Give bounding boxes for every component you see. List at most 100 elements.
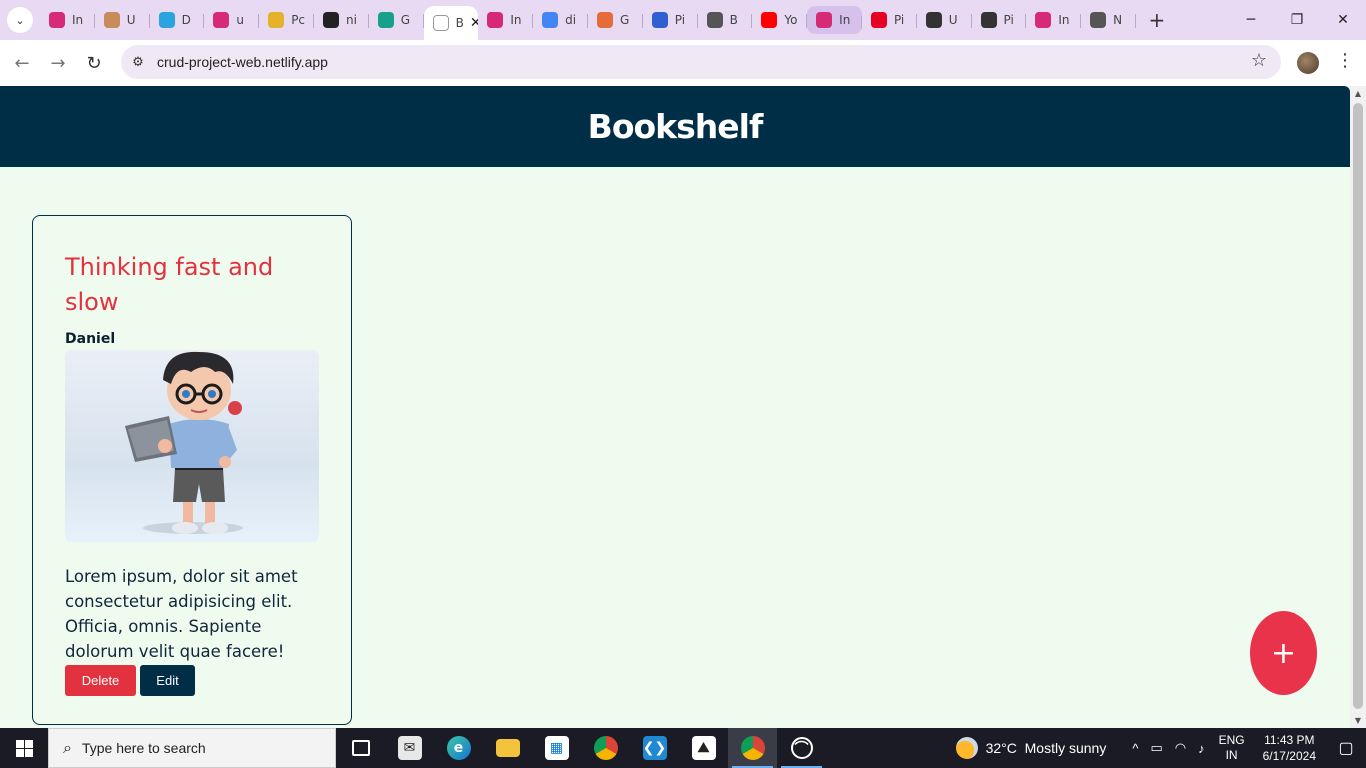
browser-tab[interactable]: In <box>40 4 95 36</box>
browser-tab[interactable]: G <box>588 4 643 36</box>
task-view-icon <box>351 740 370 756</box>
vscode-icon: ❮❯ <box>642 736 667 760</box>
browser-tab[interactable]: N <box>1081 4 1136 36</box>
battery-icon[interactable]: ▭ <box>1150 740 1162 756</box>
clock[interactable]: 11:43 PM 6/17/2024 <box>1263 732 1316 764</box>
arrow-left-icon: ← <box>14 52 30 74</box>
browser-tab[interactable]: Pi <box>643 4 698 36</box>
grammarly-icon <box>596 12 613 28</box>
diamond-icon <box>377 12 394 28</box>
browser-tab-label: B <box>455 16 464 30</box>
task-view-button[interactable] <box>336 728 385 768</box>
address-bar[interactable]: ⚙ crud-project-web.netlify.app ☆ <box>121 45 1281 79</box>
menu-kebab-icon[interactable]: ⋮ <box>1336 50 1354 71</box>
browser-tab[interactable]: U <box>95 4 150 36</box>
new-tab-button[interactable]: + <box>1145 8 1169 32</box>
wifi-icon[interactable]: ◠ <box>1175 740 1186 756</box>
restore-button[interactable]: ❐ <box>1274 0 1320 40</box>
page-scrollbar[interactable]: ▲ ▼ <box>1350 86 1366 728</box>
photos-icon: ⛰ <box>691 736 716 760</box>
taskbar-store[interactable]: ▦ <box>532 728 581 768</box>
browser-tab[interactable]: In <box>807 6 862 34</box>
browser-tab[interactable]: Pi <box>862 4 917 36</box>
edge-icon: e <box>446 736 471 760</box>
browser-tab-label: Pi <box>893 13 905 27</box>
person-icon <box>925 12 942 28</box>
taskbar-file-explorer[interactable] <box>483 728 532 768</box>
browser-tab[interactable]: D <box>150 4 205 36</box>
back-button[interactable]: ← <box>4 45 40 81</box>
mail-icon: ✉ <box>397 736 422 760</box>
window-controls: ─ ❐ ✕ <box>1228 0 1366 40</box>
url-text[interactable]: crud-project-web.netlify.app <box>157 54 328 70</box>
taskbar-mail[interactable]: ✉ <box>385 728 434 768</box>
volume-icon[interactable]: ♪ <box>1198 741 1205 756</box>
browser-tab-label: D <box>181 13 191 27</box>
notifications-button[interactable]: ▢ <box>1326 728 1366 768</box>
browser-tab[interactable]: ni <box>314 4 369 36</box>
site-info-icon[interactable]: ⚙ <box>127 55 149 70</box>
taskbar-chrome[interactable] <box>581 728 630 768</box>
taskbar-vscode[interactable]: ❮❯ <box>630 728 679 768</box>
edit-button[interactable]: Edit <box>140 665 195 696</box>
browser-tab-label: Yo <box>784 13 798 27</box>
browser-tab[interactable]: di <box>533 4 588 36</box>
search-icon: ⌕ <box>63 738 72 757</box>
weather-widget[interactable]: 32°C Mostly sunny <box>955 737 1106 759</box>
taskbar-app[interactable]: ⌒ <box>777 728 826 768</box>
browser-tab[interactable]: Yo <box>752 4 807 36</box>
taskbar-search[interactable]: ⌕ Type here to search <box>48 728 336 768</box>
page-title: Bookshelf <box>587 107 764 146</box>
browser-tab[interactable]: B <box>698 4 753 36</box>
scroll-down-arrow-icon[interactable]: ▼ <box>1353 716 1363 725</box>
windows-taskbar: ⌕ Type here to search ✉ e ▦ ❮❯ ⛰ ⌒ 32°C … <box>0 728 1366 768</box>
scroll-up-arrow-icon[interactable]: ▲ <box>1353 89 1363 98</box>
scrollbar-thumb[interactable] <box>1353 103 1363 709</box>
browser-tab[interactable]: B ✕ <box>423 6 479 40</box>
browser-tab[interactable]: u <box>204 4 259 36</box>
language-code: ENG <box>1218 733 1245 747</box>
app-header: Bookshelf <box>0 86 1350 167</box>
start-button[interactable] <box>0 728 48 768</box>
close-tab-icon[interactable]: ✕ <box>470 15 479 31</box>
browser-tab[interactable]: Pi <box>972 4 1027 36</box>
bookmark-star-icon[interactable]: ☆ <box>1251 50 1267 71</box>
browser-tab[interactable]: Pc <box>259 4 314 36</box>
browser-tab[interactable]: G <box>369 4 424 36</box>
instagram-icon <box>213 12 230 28</box>
browser-tab-label: u <box>236 13 244 27</box>
browser-tab-label: ni <box>345 13 357 27</box>
language-indicator[interactable]: ENG IN <box>1219 733 1245 763</box>
clock-time: 11:43 PM <box>1264 733 1315 747</box>
close-window-button[interactable]: ✕ <box>1320 0 1366 40</box>
taskbar-edge[interactable]: e <box>434 728 483 768</box>
book-description: Lorem ipsum, dolor sit amet consectetur … <box>65 567 298 661</box>
browser-tab-label: di <box>565 13 577 27</box>
browser-tab-label: In <box>1058 13 1070 27</box>
page-viewport: Bookshelf Thinking fast and slow Daniel <box>0 86 1350 728</box>
taskbar-photos[interactable]: ⛰ <box>679 728 728 768</box>
book-title: Thinking fast and slow <box>65 253 274 316</box>
youtube-icon <box>761 12 778 28</box>
folder-icon <box>495 739 520 757</box>
partly-sunny-icon <box>955 737 978 759</box>
browser-tab[interactable]: In <box>478 4 533 36</box>
add-book-button[interactable]: + <box>1250 611 1317 695</box>
tab-search-button[interactable]: ⌄ <box>7 7 33 33</box>
chrome-icon <box>593 736 618 760</box>
minimize-button[interactable]: ─ <box>1228 0 1274 40</box>
chevron-up-icon[interactable]: ^ <box>1132 741 1138 756</box>
browser-tab[interactable]: In <box>1026 4 1081 36</box>
delete-button[interactable]: Delete <box>65 665 136 696</box>
browser-tab-label: Pi <box>674 13 686 27</box>
forward-button[interactable]: → <box>40 45 76 81</box>
windows-logo-icon <box>15 739 33 757</box>
taskbar-apps: ✉ e ▦ ❮❯ ⛰ ⌒ <box>336 728 826 768</box>
taskbar-chrome-active[interactable] <box>728 728 777 768</box>
restore-icon: ❐ <box>1290 12 1304 28</box>
browser-toolbar: ← → ↻ ⚙ crud-project-web.netlify.app ☆ ⋮ <box>0 40 1366 86</box>
profile-avatar[interactable] <box>1297 52 1319 74</box>
reload-button[interactable]: ↻ <box>76 45 112 81</box>
face-icon <box>268 12 285 28</box>
browser-tab[interactable]: U <box>917 4 972 36</box>
